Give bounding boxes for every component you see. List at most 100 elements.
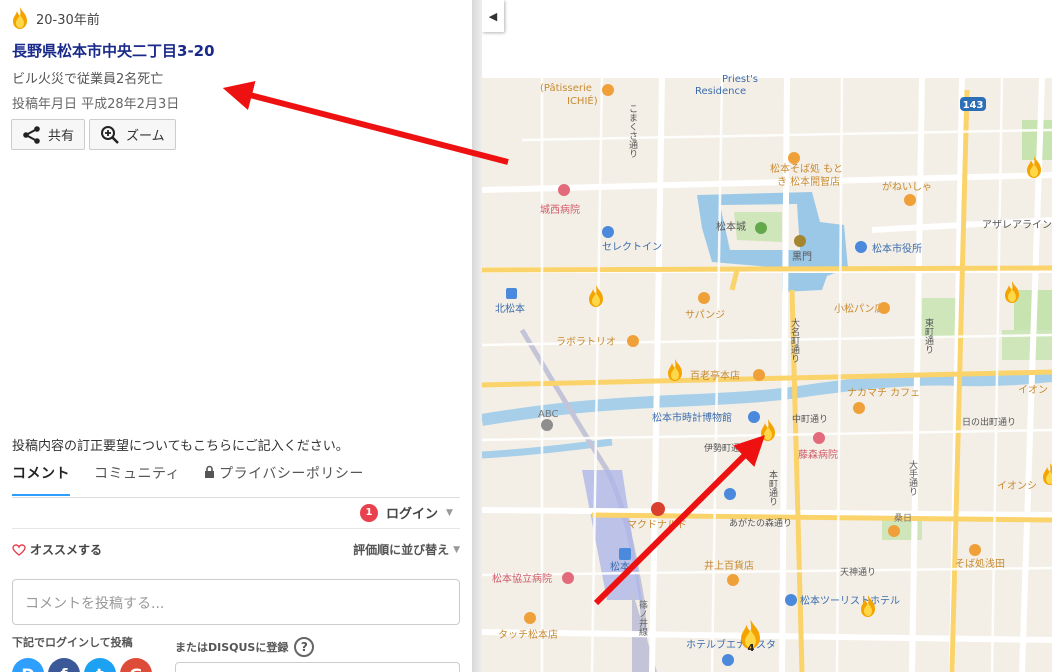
sort-dropdown[interactable]: 評価順に並び替え ▼ xyxy=(353,541,460,558)
share-icon xyxy=(23,125,40,144)
map-label-josai-hospital: 城西病院 xyxy=(540,203,580,216)
castle-icon[interactable] xyxy=(755,222,767,234)
disqus-tabs: コメント コミュニティ プライバシーポリシー xyxy=(12,463,388,496)
tab-comments[interactable]: コメント xyxy=(12,463,70,496)
station-icon[interactable] xyxy=(619,548,631,560)
register-label: またはDISQUSに登録 xyxy=(175,641,289,654)
help-icon[interactable]: ? xyxy=(294,637,315,657)
map-label-select-inn: セレクトイン xyxy=(602,241,662,253)
page: 20-30年前 長野県松本市中央二丁目3-20 ビル火災で従業員2名死亡 投稿年… xyxy=(0,0,1052,672)
map-label-tenjin-dori: 天神通り xyxy=(840,566,876,578)
comment-input[interactable]: コメントを投稿する... xyxy=(12,579,460,625)
map-label-residence: Residence xyxy=(695,86,746,97)
notification-badge[interactable]: 1 xyxy=(360,503,378,522)
disqus-login-button[interactable]: D xyxy=(12,658,44,672)
map-label-castle: 松本城 xyxy=(716,220,746,233)
map-label-matsumoto-station: 松本 xyxy=(610,560,630,573)
shopping-icon[interactable] xyxy=(524,612,536,624)
city-hall-icon[interactable] xyxy=(855,241,867,253)
landmark-icon[interactable] xyxy=(794,235,806,247)
restaurant-icon[interactable] xyxy=(753,369,765,381)
action-buttons: 共有 ズーム xyxy=(11,119,176,150)
tab-community[interactable]: コミュニティ xyxy=(94,463,180,496)
name-input[interactable] xyxy=(175,662,460,672)
hospital-icon[interactable] xyxy=(813,432,825,444)
lock-icon xyxy=(204,465,215,482)
disqus-register: またはDISQUSに登録 ? xyxy=(175,637,315,657)
restaurant-icon[interactable] xyxy=(969,544,981,556)
map-label-kita-matsumoto: 北松本 xyxy=(495,302,525,315)
restaurant-icon[interactable] xyxy=(627,335,639,347)
map-label-aeon-2: イオンシ xyxy=(997,480,1037,492)
collapse-panel-button[interactable]: ◀ xyxy=(482,0,504,32)
zoom-button[interactable]: ズーム xyxy=(89,119,176,150)
map-label-soba1: 松本そば処 もと xyxy=(770,162,843,175)
restaurant-icon[interactable] xyxy=(698,292,710,304)
map-label-agatanomori-dori: あがたの森通り xyxy=(729,517,792,529)
station-icon[interactable] xyxy=(506,288,517,299)
correction-notice: 投稿内容の訂正要望についてもこちらにご記入ください。 xyxy=(12,439,349,454)
poi-icon[interactable] xyxy=(602,84,614,96)
map-label-nakamachi-cafe: ナカマチ カフェ xyxy=(847,387,920,399)
hotel-icon[interactable] xyxy=(602,226,614,238)
sort-label: 評価順に並び替え xyxy=(353,543,450,557)
panel-splitter[interactable] xyxy=(472,0,482,672)
google-login-button[interactable]: G xyxy=(120,658,152,672)
login-divider xyxy=(12,528,460,529)
map-label-ote-dori: 大手通り xyxy=(907,459,918,496)
map-label-komakusa: こまくさ通り xyxy=(627,104,638,158)
address-title[interactable]: 長野県松本市中央二丁目3-20 xyxy=(12,40,215,61)
bakery-icon[interactable] xyxy=(878,302,890,314)
map-label-kiriba: 桑日 xyxy=(894,513,912,524)
share-label: 共有 xyxy=(48,129,75,144)
map-label-soba-asada: そば処浅田 xyxy=(955,557,1005,570)
map-label-isemachi-dori: 伊勢町通 xyxy=(704,442,740,454)
map-label-laboratorio: ラボラトリオ xyxy=(556,336,616,348)
heart-icon xyxy=(12,543,26,556)
map-label-touch: タッチ松本店 xyxy=(498,628,558,641)
facebook-login-button[interactable]: f xyxy=(48,658,80,672)
map-label-city-hall: 松本市役所 xyxy=(872,242,922,255)
poi-icon[interactable] xyxy=(888,525,900,537)
social-login-buttons: D f t G xyxy=(12,658,152,672)
login-label[interactable]: ログイン xyxy=(386,503,438,522)
map-label-aeon: イオン xyxy=(1018,384,1048,396)
map-label-priest: Priest's xyxy=(722,74,758,85)
museum-icon[interactable] xyxy=(748,411,760,423)
poi-icon[interactable] xyxy=(541,419,553,431)
map-label-hinode-dori: 日の出町通り xyxy=(962,416,1016,428)
restaurant-icon[interactable] xyxy=(904,194,916,206)
twitter-login-button[interactable]: t xyxy=(84,658,116,672)
map-label-nakamachi-dori: 中町通り xyxy=(792,413,828,425)
map-canvas[interactable]: 143 Priest's Residence (Pâtisserie ICHIÉ… xyxy=(482,0,1052,672)
map-label-azalea: アザレアライン xyxy=(982,219,1052,231)
login-menu[interactable]: 1 ログイン ▼ xyxy=(360,503,453,522)
parking-icon[interactable] xyxy=(724,488,736,500)
tabs-divider xyxy=(12,497,460,498)
hotel-icon[interactable] xyxy=(785,594,797,606)
hospital-icon[interactable] xyxy=(562,572,574,584)
map-label-komatsu-pan: 小松パン店 xyxy=(834,302,885,315)
map-label-kuromon: 黒門 xyxy=(792,251,812,263)
privacy-label: プライバシーポリシー xyxy=(219,466,364,482)
recommend-label: オススメする xyxy=(30,543,103,557)
map-label-inoue-dept: 井上百貨店 xyxy=(704,559,754,572)
chevron-down-icon: ▼ xyxy=(446,507,453,518)
shopping-icon[interactable] xyxy=(727,574,739,586)
share-button[interactable]: 共有 xyxy=(11,119,86,150)
tab-privacy-policy[interactable]: プライバシーポリシー xyxy=(204,463,364,496)
cluster-count: 4 xyxy=(748,643,755,654)
cafe-icon[interactable] xyxy=(853,402,865,414)
map-label-shinonoi-line: 篠ノ井線 xyxy=(637,599,648,636)
map-view[interactable]: 143 Priest's Residence (Pâtisserie ICHIÉ… xyxy=(482,0,1052,672)
hotel-icon[interactable] xyxy=(722,654,734,666)
map-label-ichie: ICHIÉ) xyxy=(567,94,598,107)
hospital-icon[interactable] xyxy=(558,184,570,196)
recommend-button[interactable]: オススメする xyxy=(12,541,102,558)
map-label-tourist-hotel: 松本ツーリストホテル xyxy=(800,594,900,607)
map-label-abc: ABC xyxy=(538,409,559,420)
mcdonalds-icon[interactable] xyxy=(651,502,665,516)
map-label-sapanji: サパンジ xyxy=(685,309,725,321)
login-with-label: 下記でログインして投稿 xyxy=(12,636,133,649)
restaurant-icon[interactable] xyxy=(788,152,800,164)
